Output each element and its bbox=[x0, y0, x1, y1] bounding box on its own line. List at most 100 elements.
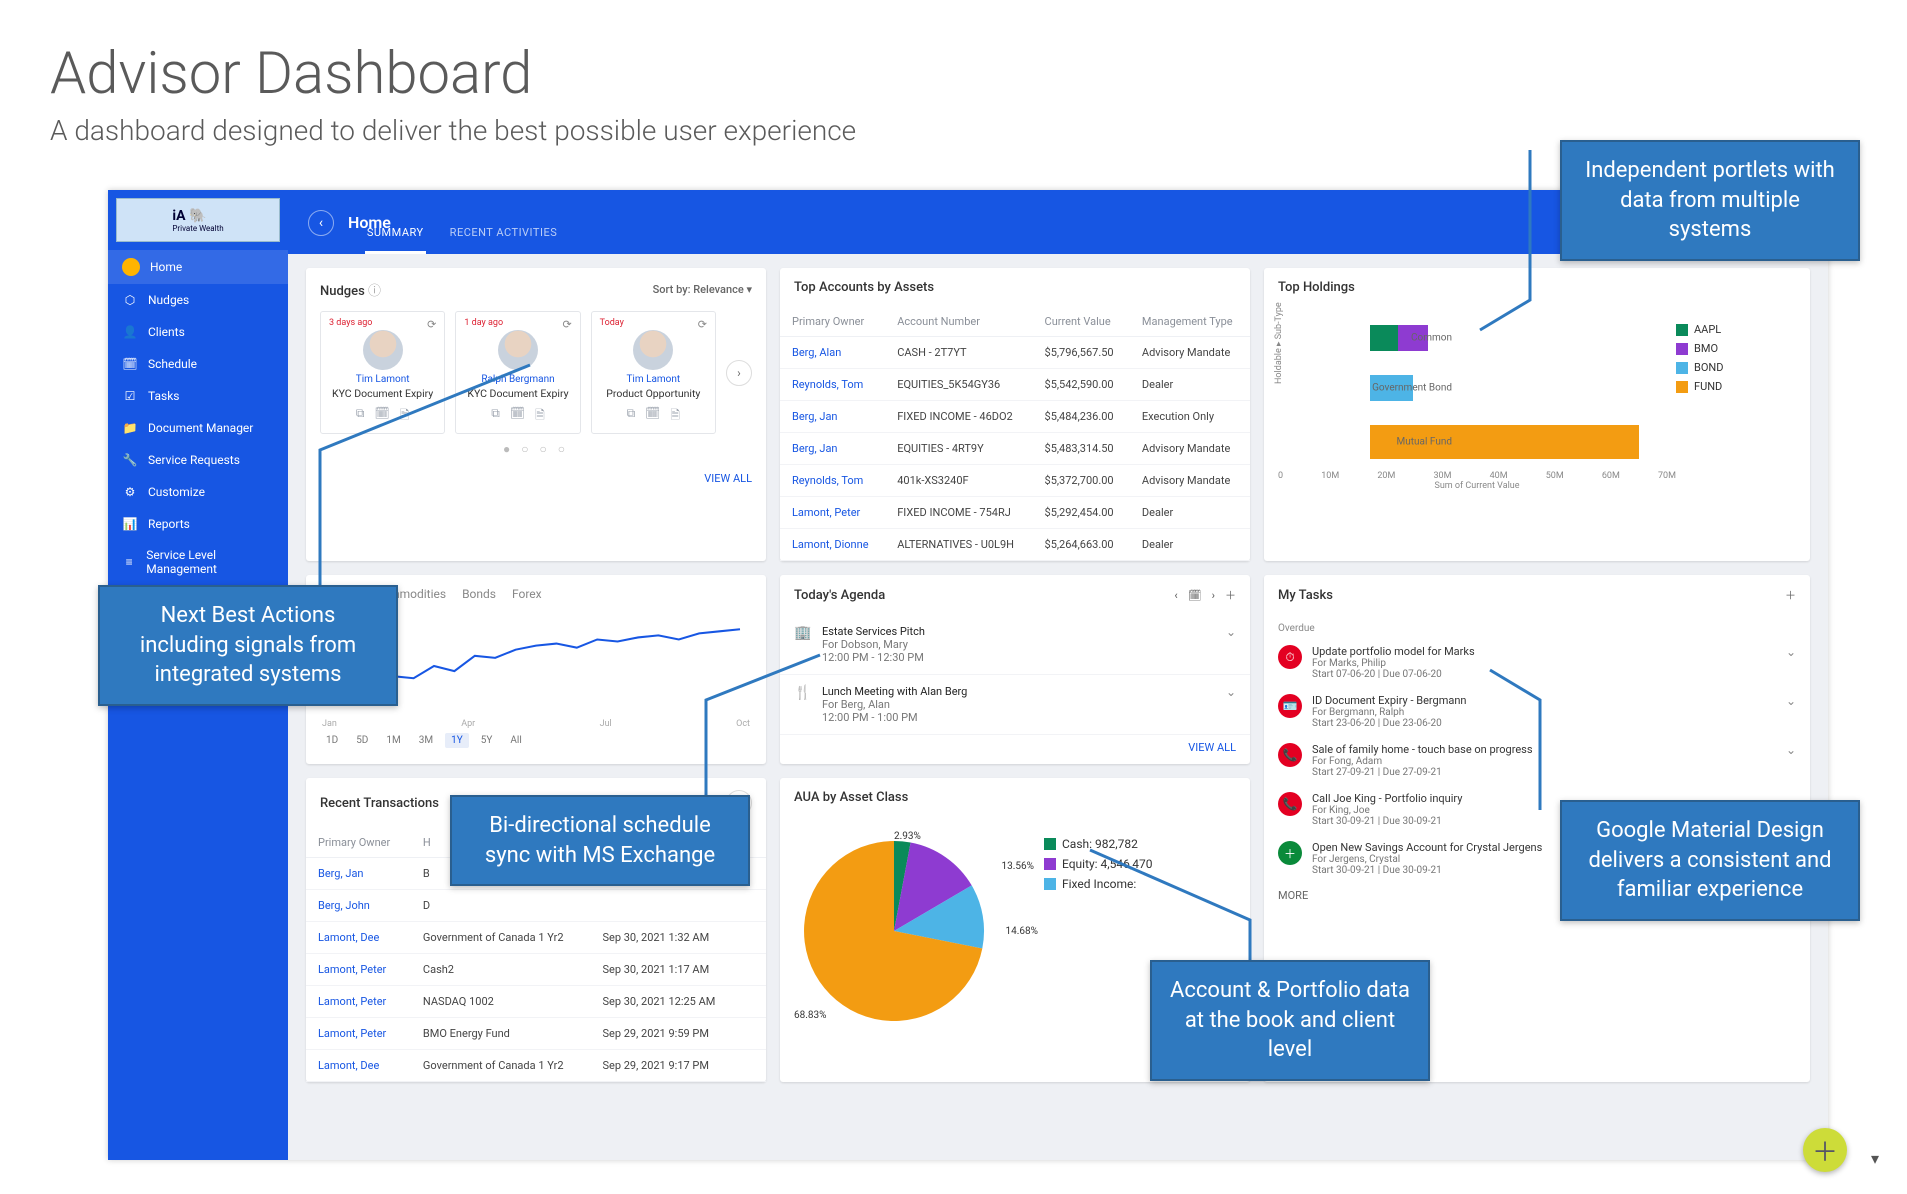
range-1d[interactable]: 1D bbox=[320, 733, 344, 748]
copy-icon[interactable]: ⧉ bbox=[491, 406, 500, 427]
task-status-icon: 🪪 bbox=[1278, 694, 1302, 718]
table-row[interactable]: Reynolds, Tom401k-XS3240F$5,372,700.00Ad… bbox=[780, 465, 1250, 497]
copy-icon[interactable]: ⧉ bbox=[356, 406, 365, 427]
info-icon[interactable]: ⓘ bbox=[368, 284, 381, 299]
table-row[interactable]: Berg, AlanCASH - 2T7YT$5,796,567.50Advis… bbox=[780, 337, 1250, 369]
table-row[interactable]: Lamont, PeterFIXED INCOME - 754RJ$5,292,… bbox=[780, 497, 1250, 529]
home-icon bbox=[122, 258, 140, 276]
agenda-item[interactable]: 🏢Estate Services PitchFor Dobson, Mary12… bbox=[780, 615, 1250, 675]
copy-icon[interactable]: ⧉ bbox=[627, 406, 636, 427]
sidebar-item-nudges[interactable]: ⬡Nudges bbox=[108, 284, 288, 316]
market-tab-bonds[interactable]: Bonds bbox=[462, 587, 496, 609]
avatar bbox=[363, 330, 403, 370]
nudges-pager[interactable]: ● ○ ○ ○ bbox=[320, 442, 752, 456]
slide-title: Advisor Dashboard bbox=[50, 40, 1857, 108]
task-item[interactable]: ⏱Update portfolio model for MarksFor Mar… bbox=[1264, 638, 1810, 687]
agenda-viewall[interactable]: VIEW ALL bbox=[780, 735, 1250, 764]
nudge-card[interactable]: Today⟳Tim LamontProduct Opportunity⧉🗓🗎 bbox=[591, 311, 716, 434]
table-row[interactable]: Lamont, PeterCash2Sep 30, 2021 1:17 AM bbox=[306, 954, 766, 986]
nav-label: Reports bbox=[148, 517, 190, 531]
legend-item: BMO bbox=[1676, 342, 1796, 355]
gear-icon: ⚙ bbox=[122, 484, 138, 500]
sidebar-item-home[interactable]: Home bbox=[108, 250, 288, 284]
calendar-icon[interactable]: 🗓 bbox=[375, 406, 390, 427]
nav-label: Service Level Management bbox=[146, 548, 274, 576]
agenda-title: Today's Agenda bbox=[794, 588, 885, 603]
agenda-item[interactable]: 🍴Lunch Meeting with Alan BergFor Berg, A… bbox=[780, 675, 1250, 735]
agenda-type-icon: 🍴 bbox=[794, 685, 812, 724]
table-row[interactable]: Reynolds, TomEQUITIES_5K54GY36$5,542,590… bbox=[780, 369, 1250, 401]
refresh-icon[interactable]: ⟳ bbox=[698, 318, 707, 331]
range-5y[interactable]: 5Y bbox=[475, 733, 499, 748]
calendar-icon[interactable]: 🗓 bbox=[645, 406, 660, 427]
agenda-type-icon: 🏢 bbox=[794, 625, 812, 664]
agenda-prev-icon[interactable]: ‹ bbox=[1174, 589, 1177, 602]
fab-menu-icon[interactable]: ▾ bbox=[1871, 1149, 1879, 1168]
chevron-down-icon[interactable]: ⌄ bbox=[1786, 743, 1796, 757]
doc-icon[interactable]: 🗎 bbox=[400, 406, 410, 427]
sidebar-item-clients[interactable]: 👤Clients bbox=[108, 316, 288, 348]
refresh-icon[interactable]: ⟳ bbox=[562, 318, 571, 331]
transactions-title: Recent Transactions bbox=[320, 796, 439, 811]
callout-nba: Next Best Actions including signals from… bbox=[98, 585, 398, 706]
range-all[interactable]: All bbox=[504, 733, 527, 748]
avatar bbox=[498, 330, 538, 370]
chevron-down-icon[interactable]: ⌄ bbox=[1786, 645, 1796, 659]
avatar bbox=[633, 330, 673, 370]
tab-recent-activities[interactable]: RECENT ACTIVITIES bbox=[448, 216, 560, 254]
table-row[interactable]: Lamont, PeterNASDAQ 1002Sep 30, 2021 12:… bbox=[306, 986, 766, 1018]
calendar-icon[interactable]: 🗓 bbox=[1188, 589, 1202, 602]
nudges-sort[interactable]: Sort by: Relevance ▾ bbox=[653, 283, 752, 296]
schedule-icon: 🗓 bbox=[122, 356, 138, 372]
chevron-down-icon[interactable]: ⌄ bbox=[1226, 685, 1236, 724]
callout-portlets: Independent portlets with data from mult… bbox=[1560, 140, 1860, 261]
range-1y[interactable]: 1Y bbox=[445, 733, 469, 748]
table-row[interactable]: Berg, JanFIXED INCOME - 46DO2$5,484,236.… bbox=[780, 401, 1250, 433]
sidebar-item-reports[interactable]: 📊Reports bbox=[108, 508, 288, 540]
back-button[interactable]: ‹ bbox=[308, 210, 334, 236]
nudges-viewall[interactable]: VIEW ALL bbox=[306, 466, 766, 495]
table-row[interactable]: Lamont, DeeGovernment of Canada 1 Yr2Sep… bbox=[306, 922, 766, 954]
table-row[interactable]: Lamont, PeterBMO Energy FundSep 29, 2021… bbox=[306, 1018, 766, 1050]
table-row[interactable]: Berg, JohnD bbox=[306, 890, 766, 922]
agenda-add-icon[interactable]: ＋ bbox=[1225, 587, 1236, 603]
tasks-add-icon[interactable]: ＋ bbox=[1785, 587, 1796, 603]
nudge-card[interactable]: 1 day ago⟳Ralph BergmannKYC Document Exp… bbox=[455, 311, 580, 434]
sidebar-item-customize[interactable]: ⚙Customize bbox=[108, 476, 288, 508]
task-item[interactable]: 🪪ID Document Expiry - BergmannFor Bergma… bbox=[1264, 687, 1810, 736]
calendar-icon[interactable]: 🗓 bbox=[510, 406, 525, 427]
doc-icon[interactable]: 🗎 bbox=[535, 406, 545, 427]
table-row[interactable]: Lamont, DeeGovernment of Canada 1 Yr2Sep… bbox=[306, 1050, 766, 1082]
task-item[interactable]: 📞Sale of family home - touch base on pro… bbox=[1264, 736, 1810, 785]
chevron-down-icon[interactable]: ⌄ bbox=[1786, 694, 1796, 708]
doc-icon[interactable]: 🗎 bbox=[670, 406, 680, 427]
sidebar-item-service-level-management[interactable]: ≡Service Level Management bbox=[108, 540, 288, 584]
table-row[interactable]: Berg, JanEQUITIES - 4RT9Y$5,483,314.50Ad… bbox=[780, 433, 1250, 465]
agenda-next-icon[interactable]: › bbox=[1212, 589, 1215, 602]
market-tab-forex[interactable]: Forex bbox=[512, 587, 542, 609]
tasks-icon: ☑ bbox=[122, 388, 138, 404]
nudges-next-button[interactable]: › bbox=[726, 360, 752, 386]
callout-material: Google Material Design delivers a consis… bbox=[1560, 800, 1860, 921]
sidebar-item-tasks[interactable]: ☑ Tasks bbox=[108, 380, 288, 412]
nudge-card[interactable]: 3 days ago⟳Tim LamontKYC Document Expiry… bbox=[320, 311, 445, 434]
sidebar-item-schedule[interactable]: 🗓Schedule bbox=[108, 348, 288, 380]
sidebar-item-service-requests[interactable]: 🔧Service Requests bbox=[108, 444, 288, 476]
range-1m[interactable]: 1M bbox=[380, 733, 406, 748]
sidebar-item-document-manager[interactable]: 📁Document Manager bbox=[108, 412, 288, 444]
refresh-icon[interactable]: ⟳ bbox=[427, 318, 436, 331]
chevron-down-icon[interactable]: ⌄ bbox=[1226, 625, 1236, 664]
accounts-title: Top Accounts by Assets bbox=[794, 280, 934, 295]
task-status-icon: 📞 bbox=[1278, 792, 1302, 816]
callout-portfolio: Account & Portfolio data at the book and… bbox=[1150, 960, 1430, 1081]
agenda-card: Today's Agenda ‹ 🗓 › ＋ 🏢Estate Services … bbox=[780, 575, 1250, 764]
task-status-icon: ⏱ bbox=[1278, 645, 1302, 669]
tab-summary[interactable]: SUMMARY bbox=[365, 216, 426, 254]
nav-label: Tasks bbox=[148, 389, 180, 403]
logo-subtext: Private Wealth bbox=[172, 224, 223, 233]
range-3m[interactable]: 3M bbox=[413, 733, 439, 748]
range-5d[interactable]: 5D bbox=[350, 733, 374, 748]
table-row[interactable]: Lamont, DionneALTERNATIVES - U0L9H$5,264… bbox=[780, 529, 1250, 561]
callout-exchange: Bi-directional schedule sync with MS Exc… bbox=[450, 795, 750, 886]
fab-add-button[interactable]: ＋ bbox=[1803, 1128, 1847, 1172]
